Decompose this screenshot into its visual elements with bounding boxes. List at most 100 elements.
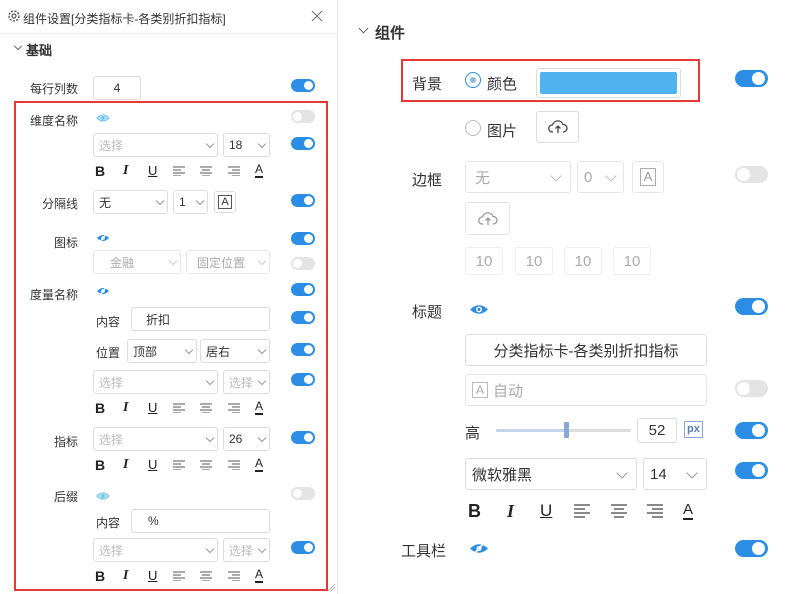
separator-width-select[interactable]: 1: [173, 190, 208, 214]
suffix-font-toggle[interactable]: [291, 541, 315, 554]
separator-style-select[interactable]: 无: [93, 190, 168, 214]
metric-align-select[interactable]: 居右: [200, 339, 270, 363]
title-auto-input[interactable]: A 自动: [465, 374, 707, 406]
metric-name-toggle[interactable]: [291, 283, 315, 296]
per-row-toggle[interactable]: [291, 79, 315, 92]
background-toggle[interactable]: [735, 70, 768, 87]
separator-color-button[interactable]: A: [214, 191, 236, 213]
italic-button[interactable]: I: [507, 501, 514, 522]
font-color-button[interactable]: A: [683, 501, 694, 520]
suffix-weight-select[interactable]: 选择: [223, 538, 270, 562]
title-toggle[interactable]: [735, 298, 768, 315]
border-width-select[interactable]: 0: [577, 161, 624, 193]
title-auto-toggle[interactable]: [735, 380, 768, 397]
dim-font-toggle[interactable]: [291, 137, 315, 150]
align-center-icon[interactable]: [200, 571, 212, 581]
resize-grip-icon[interactable]: [326, 582, 336, 592]
bold-button[interactable]: B: [95, 400, 105, 416]
align-left-icon[interactable]: [173, 403, 185, 413]
title-font-select[interactable]: 微软雅黑: [465, 458, 637, 490]
font-color-button[interactable]: A: [255, 163, 264, 178]
indicator-font-select[interactable]: 选择: [93, 427, 218, 451]
suffix-toggle[interactable]: [291, 487, 315, 500]
underline-button[interactable]: U: [148, 457, 157, 472]
icon-toggle[interactable]: [291, 232, 315, 245]
border-style-select[interactable]: 无: [465, 161, 571, 193]
align-right-icon[interactable]: [228, 460, 240, 470]
close-icon[interactable]: [311, 10, 323, 22]
align-left-icon[interactable]: [173, 571, 185, 581]
image-radio[interactable]: [465, 120, 481, 136]
border-toggle[interactable]: [735, 166, 768, 183]
eye-icon[interactable]: [96, 112, 110, 122]
underline-button[interactable]: U: [148, 568, 157, 583]
align-left-icon[interactable]: [173, 166, 185, 176]
metric-content-toggle[interactable]: [291, 311, 315, 324]
underline-button[interactable]: U: [540, 501, 552, 521]
align-right-icon[interactable]: [228, 403, 240, 413]
icon-position-select[interactable]: 固定位置: [186, 250, 270, 274]
eye-slash-icon[interactable]: [469, 541, 489, 556]
suffix-content-input[interactable]: %: [131, 509, 270, 533]
underline-button[interactable]: U: [148, 400, 157, 415]
align-right-icon[interactable]: [228, 166, 240, 176]
radius-input-3[interactable]: 10: [564, 247, 602, 275]
bold-button[interactable]: B: [95, 163, 105, 179]
indicator-toggle[interactable]: [291, 431, 315, 444]
align-center-icon[interactable]: [200, 166, 212, 176]
border-upload-button[interactable]: [465, 202, 510, 235]
height-input[interactable]: 52: [637, 418, 677, 443]
metric-position-toggle[interactable]: [291, 343, 315, 356]
bold-button[interactable]: B: [95, 568, 105, 584]
align-center-icon[interactable]: [200, 460, 212, 470]
metric-content-input[interactable]: 折扣: [131, 307, 270, 331]
chevron-down-icon[interactable]: [358, 23, 369, 34]
metric-font-select[interactable]: 选择: [93, 370, 218, 394]
underline-button[interactable]: U: [148, 163, 157, 178]
icon-position-toggle[interactable]: [291, 257, 315, 270]
font-color-button[interactable]: A: [255, 400, 264, 415]
chevron-down-icon[interactable]: [14, 42, 22, 50]
italic-button[interactable]: I: [123, 400, 128, 416]
per-row-input[interactable]: 4: [93, 76, 141, 100]
upload-image-button[interactable]: [536, 111, 579, 143]
radius-input-2[interactable]: 10: [515, 247, 553, 275]
title-text-input[interactable]: 分类指标卡-各类别折扣指标: [465, 334, 707, 366]
align-right-icon[interactable]: [228, 571, 240, 581]
color-radio[interactable]: [465, 72, 481, 88]
bold-button[interactable]: B: [95, 457, 105, 473]
align-center-icon[interactable]: [611, 504, 627, 518]
italic-button[interactable]: I: [123, 568, 128, 584]
toolbar-toggle[interactable]: [735, 540, 768, 557]
dim-name-toggle[interactable]: [291, 110, 315, 123]
height-toggle[interactable]: [735, 422, 768, 439]
align-left-icon[interactable]: [574, 504, 590, 518]
border-color-button[interactable]: A: [632, 161, 664, 193]
italic-button[interactable]: I: [123, 457, 128, 473]
bold-button[interactable]: B: [468, 501, 481, 522]
align-center-icon[interactable]: [200, 403, 212, 413]
radius-input-1[interactable]: 10: [465, 247, 503, 275]
eye-icon[interactable]: [96, 490, 110, 500]
eye-slash-icon[interactable]: [96, 232, 110, 244]
icon-type-select[interactable]: 金融: [93, 250, 181, 274]
suffix-font-select[interactable]: 选择: [93, 538, 218, 562]
separator-toggle[interactable]: [291, 194, 315, 207]
eye-slash-icon[interactable]: [96, 285, 110, 297]
metric-font-toggle[interactable]: [291, 373, 315, 386]
radius-input-4[interactable]: 10: [613, 247, 651, 275]
align-right-icon[interactable]: [647, 504, 663, 518]
indicator-size-select[interactable]: 26: [223, 427, 270, 451]
metric-position-select[interactable]: 顶部: [127, 339, 197, 363]
color-swatch[interactable]: [536, 68, 681, 98]
font-color-button[interactable]: A: [255, 457, 264, 472]
align-left-icon[interactable]: [173, 460, 185, 470]
height-slider-handle[interactable]: [564, 422, 569, 438]
title-size-select[interactable]: 14: [643, 458, 707, 490]
metric-weight-select[interactable]: 选择: [223, 370, 270, 394]
dim-size-select[interactable]: 18: [223, 133, 270, 157]
eye-icon[interactable]: [469, 303, 489, 316]
title-font-toggle[interactable]: [735, 462, 768, 479]
italic-button[interactable]: I: [123, 163, 128, 179]
dim-font-select[interactable]: 选择: [93, 133, 218, 157]
